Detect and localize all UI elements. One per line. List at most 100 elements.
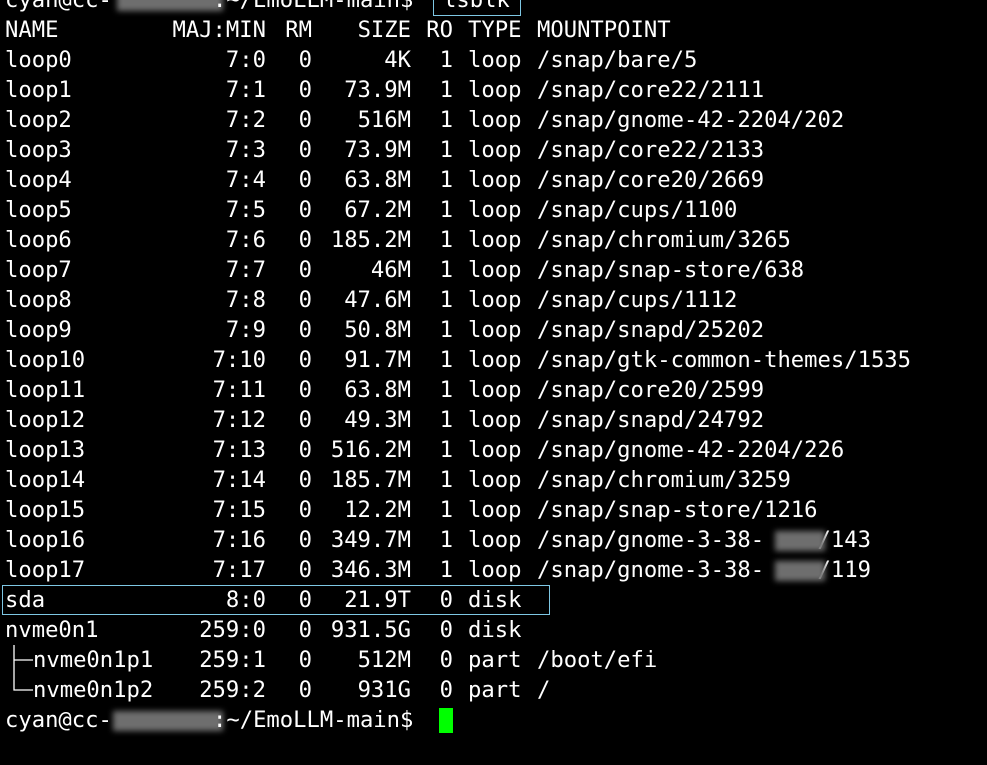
sda-highlight-box xyxy=(2,585,550,615)
device-ro: 1 xyxy=(439,437,453,463)
device-type: loop xyxy=(468,557,522,583)
device-rm: 0 xyxy=(298,527,312,553)
command-highlight-box xyxy=(433,0,521,16)
device-ro: 1 xyxy=(439,497,453,523)
terminal-cursor[interactable] xyxy=(439,708,453,733)
device-rm: 0 xyxy=(298,467,312,493)
device-ro: 1 xyxy=(439,137,453,163)
device-size: 49.3M xyxy=(344,407,411,433)
redacted-mountpoint-segment xyxy=(774,561,825,581)
table-row: loop2 7:2 0 516M 1 loop/snap/gnome-42-2204/20… xyxy=(5,105,985,135)
device-rm: 0 xyxy=(298,227,312,253)
device-type: loop xyxy=(468,467,522,493)
table-row: loop12 7:12 0 49.3M 1 loop/snap/snapd/24792 xyxy=(5,405,985,435)
device-size: 346.3M xyxy=(330,557,411,583)
device-name: loop2 xyxy=(5,107,72,133)
device-size: 512M xyxy=(357,647,411,673)
device-size: 931G xyxy=(357,677,411,703)
device-size: 73.9M xyxy=(344,77,411,103)
device-name: loop10 xyxy=(5,347,86,373)
device-size: 185.2M xyxy=(330,227,411,253)
device-name: loop1 xyxy=(5,77,72,103)
device-name: loop9 xyxy=(5,317,72,343)
device-name: nvme0n1 xyxy=(5,617,99,643)
device-mountpoint: /snap/cups/1100 xyxy=(537,197,738,223)
device-ro: 1 xyxy=(439,407,453,433)
terminal-output: cyan@cc-:~/EmoLLM-main$ lsblk NAME MAJ:MIN R… xyxy=(2,0,985,765)
table-row: loop13 7:13 0 516.2M 1 loop/snap/gnome-42-220… xyxy=(5,435,985,465)
table-row: loop10 7:10 0 91.7M 1 loop/snap/gtk-common-th… xyxy=(5,345,985,375)
device-majmin: 7:8 xyxy=(225,287,266,313)
device-majmin: 7:12 xyxy=(212,407,266,433)
device-ro: 1 xyxy=(439,287,453,313)
device-name: nvme0n1p2 xyxy=(33,677,154,703)
device-type: disk xyxy=(468,617,522,643)
device-rm: 0 xyxy=(298,557,312,583)
device-majmin: 7:13 xyxy=(212,437,266,463)
device-size: 50.8M xyxy=(344,317,411,343)
header-ro: RO xyxy=(426,17,453,43)
device-type: loop xyxy=(468,167,522,193)
device-majmin: 259:1 xyxy=(199,647,266,673)
table-row: loop11 7:11 0 63.8M 1 loop/snap/core20/2599 xyxy=(5,375,985,405)
device-ro: 0 xyxy=(439,617,453,643)
device-type: loop xyxy=(468,437,522,463)
device-mountpoint: /snap/snap-store/1216 xyxy=(537,497,818,523)
device-rm: 0 xyxy=(298,677,312,703)
device-size: 349.7M xyxy=(330,527,411,553)
table-row: loop4 7:4 0 63.8M 1 loop/snap/core20/2669 xyxy=(5,165,985,195)
device-rm: 0 xyxy=(298,407,312,433)
device-rm: 0 xyxy=(298,617,312,643)
device-mountpoint: /snap/chromium/3265 xyxy=(537,227,791,253)
device-mountpoint: /snap/core22/2133 xyxy=(537,137,765,163)
device-rm: 0 xyxy=(298,107,312,133)
device-majmin: 7:3 xyxy=(225,137,266,163)
device-size: 516M xyxy=(357,107,411,133)
device-type: loop xyxy=(468,197,522,223)
prompt-line: cyan@cc-:~/EmoLLM-main$ xyxy=(5,705,985,735)
device-type: loop xyxy=(468,527,522,553)
device-mountpoint: /snap/snap-store/638 xyxy=(537,257,805,283)
device-mountpoint: /snap/gnome-42-2204/226 xyxy=(537,437,845,463)
terminal-window[interactable]: { "prompt_top": { "prefix": "cyan@cc-", … xyxy=(0,0,987,760)
table-row: loop0 7:0 0 4K 1 loop/snap/bare/5 xyxy=(5,45,985,75)
device-majmin: 7:15 xyxy=(212,497,266,523)
header-size: SIZE xyxy=(357,17,411,43)
device-name: loop14 xyxy=(5,467,86,493)
device-name: loop3 xyxy=(5,137,72,163)
device-type: loop xyxy=(468,227,522,253)
device-rm: 0 xyxy=(298,347,312,373)
device-type: loop xyxy=(468,287,522,313)
device-ro: 1 xyxy=(439,257,453,283)
device-type: part xyxy=(468,647,522,673)
device-type: loop xyxy=(468,347,522,373)
device-ro: 1 xyxy=(439,377,453,403)
device-name: loop16 xyxy=(5,527,86,553)
device-majmin: 7:9 xyxy=(225,317,266,343)
device-majmin: 7:0 xyxy=(225,47,266,73)
device-majmin: 7:4 xyxy=(225,167,266,193)
device-rm: 0 xyxy=(298,197,312,223)
tree-branch-icon xyxy=(13,675,33,691)
device-rm: 0 xyxy=(298,287,312,313)
device-size: 12.2M xyxy=(344,497,411,523)
device-type: loop xyxy=(468,407,522,433)
device-majmin: 259:2 xyxy=(199,677,266,703)
device-name: loop17 xyxy=(5,557,86,583)
device-rm: 0 xyxy=(298,77,312,103)
device-type: loop xyxy=(468,77,522,103)
table-row: loop14 7:14 0 185.7M 1 loop/snap/chromium/325… xyxy=(5,465,985,495)
device-name: loop11 xyxy=(5,377,86,403)
device-size: 185.7M xyxy=(330,467,411,493)
prompt-path: :~/EmoLLM-main$ xyxy=(213,0,414,13)
device-ro: 1 xyxy=(439,167,453,193)
device-name: loop12 xyxy=(5,407,86,433)
device-majmin: 7:11 xyxy=(212,377,266,403)
device-ro: 1 xyxy=(439,317,453,343)
header-name: NAME xyxy=(5,17,59,43)
device-name: loop13 xyxy=(5,437,86,463)
device-size: 63.8M xyxy=(344,167,411,193)
device-majmin: 259:0 xyxy=(199,617,266,643)
device-size: 67.2M xyxy=(344,197,411,223)
redacted-hostname xyxy=(113,711,223,731)
